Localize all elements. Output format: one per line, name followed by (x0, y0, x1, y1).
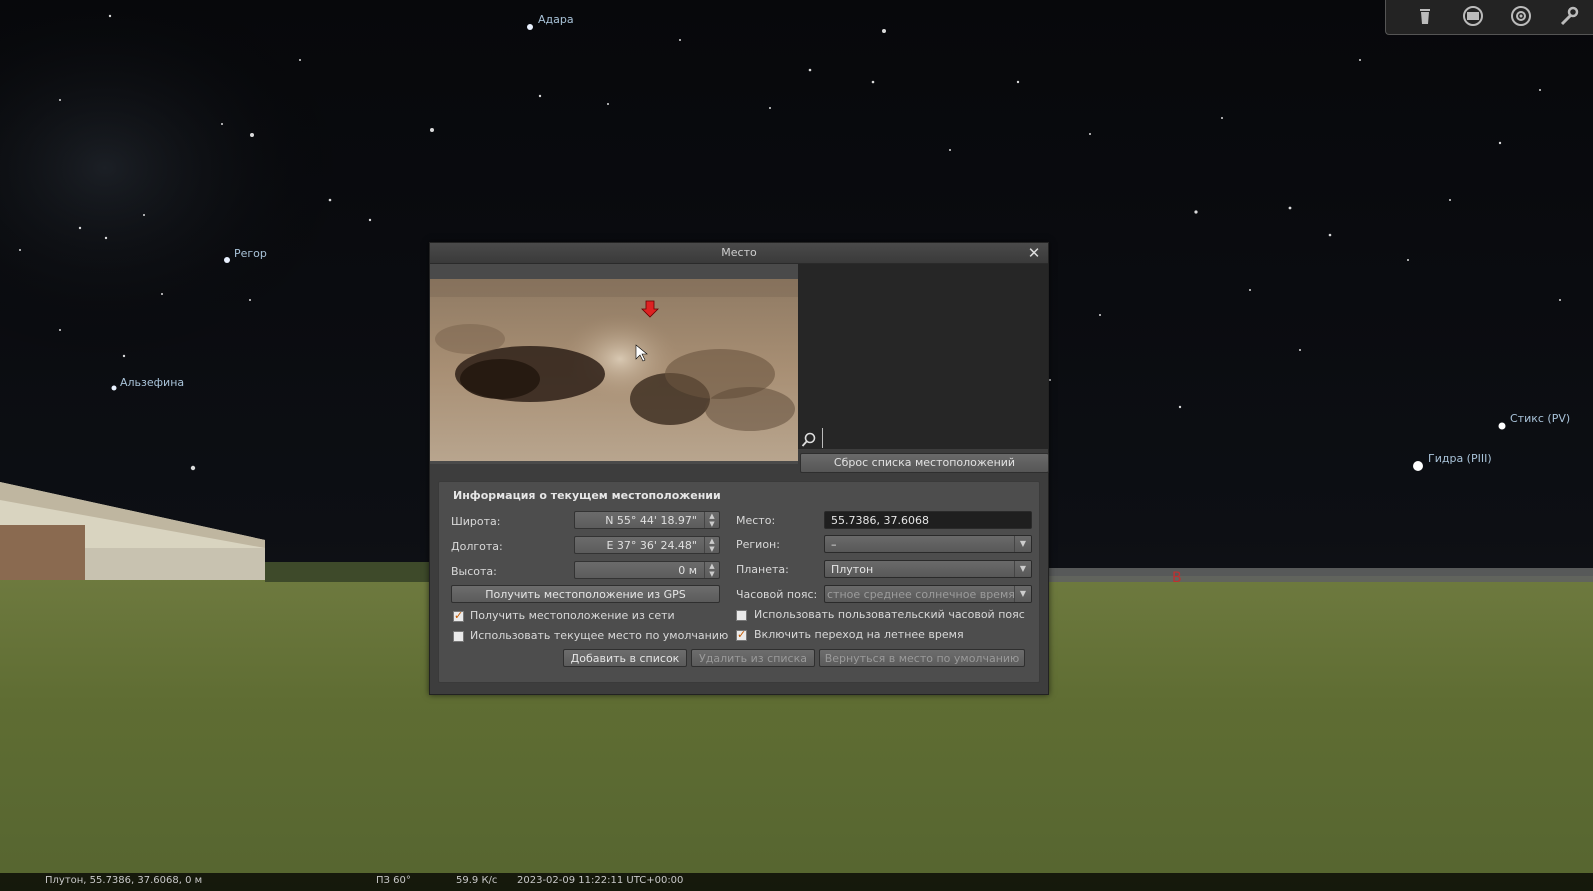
region-select[interactable]: – ▼ (824, 535, 1032, 553)
dst-label: Включить переход на летнее время (754, 628, 964, 641)
check-icon: ✓ (737, 628, 747, 641)
wrench-icon[interactable] (1556, 3, 1582, 29)
location-dialog: Место ✕ Сброс списка местоположений Инфо… (429, 242, 1049, 695)
place-field[interactable]: 55.7386, 37.6068 (824, 511, 1032, 529)
chevron-down-icon: ▼ (1014, 536, 1031, 552)
locations-list[interactable] (798, 264, 1048, 449)
close-icon[interactable]: ✕ (1026, 243, 1042, 263)
planet-select[interactable]: Плутон ▼ (824, 560, 1032, 578)
altitude-value: 0 м (678, 564, 697, 577)
return-to-default-button[interactable]: Вернуться в место по умолчанию (819, 649, 1025, 667)
altitude-spinbox[interactable]: 0 м ▲ ▼ (574, 561, 720, 579)
timezone-select[interactable]: стное среднее солнечное время ▼ (824, 585, 1032, 603)
altitude-label: Высота: (451, 565, 497, 578)
add-to-list-button[interactable]: Добавить в список (563, 649, 687, 667)
planet-label: Планета: (736, 563, 789, 576)
pluto-map[interactable] (430, 279, 798, 461)
info-title: Информация о текущем местоположении (453, 489, 721, 502)
region-label: Регион: (736, 538, 780, 551)
status-bar: Плутон, 55.7386, 37.6068, 0 м ПЗ 60° 59.… (0, 873, 1593, 891)
longitude-value: E 37° 36' 24.48" (606, 539, 697, 552)
star-label-adara: Адара (538, 13, 574, 26)
longitude-down-icon[interactable]: ▼ (705, 545, 719, 553)
gps-button[interactable]: Получить местоположение из GPS (451, 585, 720, 603)
status-location: Плутон, 55.7386, 37.6068, 0 м (45, 875, 203, 886)
target-icon[interactable] (1508, 3, 1534, 29)
reset-locations-list-button[interactable]: Сброс списка местоположений (800, 453, 1049, 473)
moon-label-hydra: Гидра (PIII) (1428, 452, 1492, 465)
star-label-regor: Регор (234, 247, 267, 260)
network-location-label: Получить местоположение из сети (470, 609, 675, 622)
timezone-label: Часовой пояс: (736, 588, 818, 601)
timezone-value: стное среднее солнечное время (827, 588, 1015, 601)
dialog-titlebar[interactable]: Место (430, 243, 1048, 264)
altitude-up-icon[interactable]: ▲ (705, 562, 719, 570)
status-datetime: 2023-02-09 11:22:11 UTC+00:00 (517, 875, 684, 886)
longitude-spinbox[interactable]: E 37° 36' 24.48" ▲ ▼ (574, 536, 720, 554)
latitude-up-icon[interactable]: ▲ (705, 512, 719, 520)
latitude-value: N 55° 44' 18.97" (605, 514, 697, 527)
chevron-down-icon: ▼ (1014, 586, 1031, 602)
cardinal-label: В (1172, 570, 1182, 586)
default-location-label: Использовать текущее место по умолчанию (470, 629, 729, 642)
trash-icon[interactable] (1412, 3, 1438, 29)
network-location-checkbox[interactable]: ✓ (453, 609, 464, 622)
custom-timezone-checkbox[interactable] (736, 610, 747, 621)
custom-timezone-label: Использовать пользовательский часовой по… (754, 608, 1025, 621)
longitude-label: Долгота: (451, 540, 503, 553)
latitude-label: Широта: (451, 515, 501, 528)
longitude-up-icon[interactable]: ▲ (705, 537, 719, 545)
latitude-spinbox[interactable]: N 55° 44' 18.97" ▲ ▼ (574, 511, 720, 529)
remove-from-list-button[interactable]: Удалить из списка (691, 649, 815, 667)
latitude-down-icon[interactable]: ▼ (705, 520, 719, 528)
place-label: Место: (736, 514, 776, 527)
check-icon: ✓ (454, 609, 464, 622)
screen-icon[interactable] (1460, 3, 1486, 29)
search-icon (801, 432, 817, 448)
altitude-down-icon[interactable]: ▼ (705, 570, 719, 578)
moon-label-styx: Стикс (PV) (1510, 412, 1571, 425)
map-panel (430, 264, 798, 464)
star-label-alzefina: Альзефина (120, 376, 185, 389)
chevron-down-icon: ▼ (1014, 561, 1031, 577)
status-fov: ПЗ 60° (376, 875, 411, 886)
dst-checkbox[interactable]: ✓ (736, 628, 747, 641)
region-value: – (831, 538, 837, 551)
dialog-title: Место (721, 246, 757, 259)
planet-value: Плутон (831, 563, 874, 576)
search-input[interactable] (822, 428, 1047, 448)
current-location-info: Информация о текущем местоположении Широ… (438, 481, 1040, 683)
default-location-checkbox[interactable] (453, 631, 464, 642)
top-right-toolbar (1385, 0, 1593, 35)
status-fps: 59.9 К/с (456, 875, 498, 886)
